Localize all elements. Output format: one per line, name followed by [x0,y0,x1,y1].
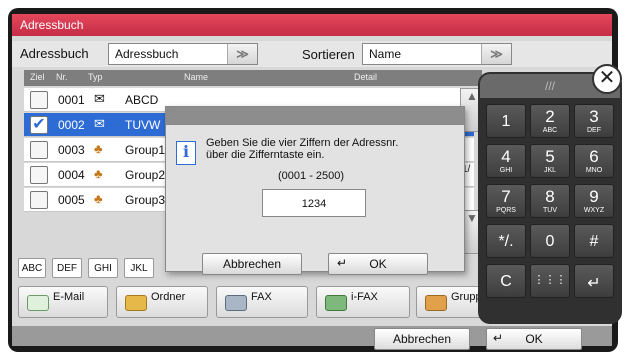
category-label: i-FAX [351,291,378,303]
key-clear[interactable]: C [486,264,526,298]
address-number-dialog: i Geben Sie die vier Ziffern der Adressn… [165,106,465,275]
key-1[interactable]: 1 [486,104,526,138]
key-star-dot[interactable]: */. [486,224,526,258]
alpha-tab-def[interactable]: DEF [52,258,82,278]
row-number: 0001 [58,93,85,107]
row-name: Group2 [125,168,166,182]
info-icon: i [176,141,196,165]
enter-icon: ↵ [337,256,348,270]
group-icon [425,295,447,311]
address-book-dropdown-value: Adressbuch [115,47,179,61]
sort-label: Sortieren [302,47,355,62]
row-checkbox[interactable] [30,141,48,159]
row-checkbox[interactable] [30,91,48,109]
dialog-cancel-button[interactable]: Abbrechen [202,253,302,275]
key-7[interactable]: 7 PQRS [486,184,526,218]
checkmark-icon[interactable]: ✔ [30,116,48,134]
row-number: 0003 [58,143,85,157]
row-checkbox[interactable] [30,166,48,184]
alpha-tab-abc[interactable]: ABC [18,258,46,278]
alpha-tab-jkl[interactable]: JKL [124,258,154,278]
key-4[interactable]: 4 GHI [486,144,526,178]
dialog-ok-button[interactable]: ↵ OK [328,253,428,275]
row-name: TUVW [125,118,161,132]
group-icon: ♣ [94,166,103,181]
category-folder-button[interactable]: Ordner [116,286,208,318]
category-label: FAX [251,291,272,303]
key-enter[interactable]: ↵ [574,264,614,298]
header-typ[interactable]: Typ [88,72,103,82]
dialog-message-line2: über die Zifferntaste ein. [206,149,325,161]
group-icon: ♣ [94,191,103,206]
header-detail[interactable]: Detail [354,72,377,82]
key-8[interactable]: 8 TUV [530,184,570,218]
email-icon: ✉ [94,116,105,131]
folder-icon [125,295,147,311]
window-title: Adressbuch [12,14,612,36]
header-name[interactable]: Name [184,72,208,82]
footer-cancel-button[interactable]: Abbrechen [374,328,470,350]
dialog-message-line1: Geben Sie die vier Ziffern der Adressnr. [206,137,399,149]
address-book-dropdown[interactable]: Adressbuch ≫ [108,43,258,65]
address-book-label: Adressbuch [20,46,89,61]
footer-ok-label: OK [525,332,543,346]
key-hash[interactable]: # [574,224,614,258]
table-header: Ziel Nr. Typ Name Detail [24,70,482,86]
key-grid[interactable]: ⋮⋮⋮ [530,264,570,298]
category-label: Ordner [151,291,186,303]
dialog-range: (0001 - 2500) [278,170,345,182]
row-number: 0002 [58,118,85,132]
category-label: E-Mail [53,291,85,303]
row-name: Group3 [125,193,166,207]
email-icon [27,295,49,311]
row-name: Group1 [125,143,166,157]
ifax-icon [325,295,347,311]
address-number-input[interactable]: 1234 [262,189,366,217]
dialog-ok-label: OK [369,257,387,271]
key-0[interactable]: 0 [530,224,570,258]
group-icon: ♣ [94,141,103,156]
numeric-keypad: /// 1 2 ABC 3 DEF 4 GHI 5 JKL 6 MNO 7 PQRS 8 TU… [478,72,622,324]
footer-ok-button[interactable]: ↵ OK [486,328,582,350]
key-9[interactable]: 9 WXYZ [574,184,614,218]
header-ziel[interactable]: Ziel [30,72,45,82]
row-checkbox[interactable] [30,191,48,209]
address-book-toolbar: Adressbuch Adressbuch ≫ Sortieren Name ≫ [12,41,612,67]
email-icon: ✉ [94,91,105,106]
category-ifax-button[interactable]: i-FAX [316,286,410,318]
row-number: 0005 [58,193,85,207]
sort-dropdown[interactable]: Name ≫ [362,43,512,65]
key-6[interactable]: 6 MNO [574,144,614,178]
category-email-button[interactable]: E-Mail [18,286,108,318]
row-name: ABCD [125,93,159,107]
alpha-tab-ghi[interactable]: GHI [88,258,118,278]
header-nr[interactable]: Nr. [56,72,68,82]
key-5[interactable]: 5 JKL [530,144,570,178]
chevron-down-icon: ≫ [227,44,257,64]
category-fax-button[interactable]: FAX [216,286,308,318]
row-number: 0004 [58,168,85,182]
enter-icon: ↵ [493,331,504,345]
fax-icon [225,295,247,311]
key-2[interactable]: 2 ABC [530,104,570,138]
chevron-down-icon: ≫ [481,44,511,64]
key-3[interactable]: 3 DEF [574,104,614,138]
dialog-title-bar [166,107,464,125]
close-icon[interactable]: ✕ [592,64,622,94]
sort-dropdown-value: Name [369,47,402,61]
